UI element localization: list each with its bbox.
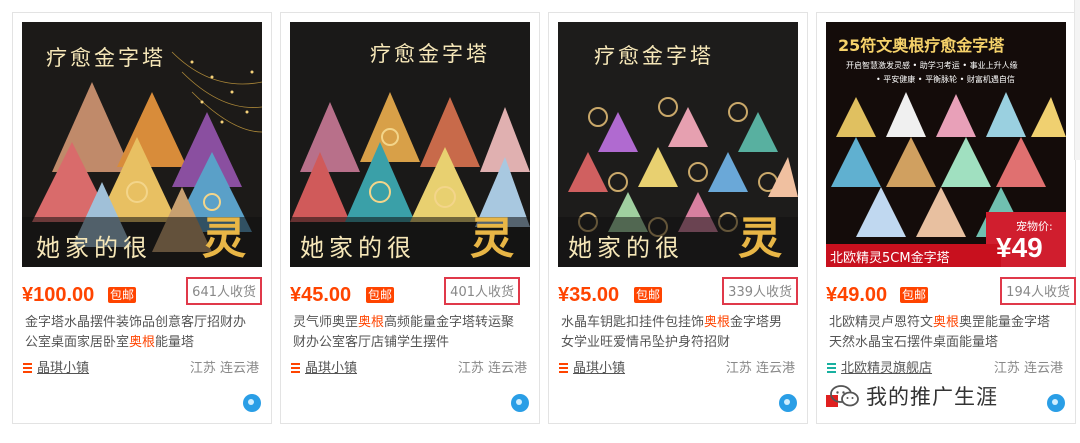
list-icon [291,363,300,373]
list-icon-teal [827,363,836,373]
watermark: 我的推广生涯 [830,380,998,412]
sales-count: 194人收货 [1000,277,1076,305]
shop-link[interactable]: 晶琪小镇 [37,359,89,379]
image-top-caption: 疗愈金字塔 [370,42,490,66]
wangwang-chat-icon[interactable] [779,394,797,412]
location: 江苏 连云港 [993,361,1063,376]
free-shipping-badge: 包邮 [900,287,929,303]
shop-row: 北欧精灵旗舰店 江苏 连云港 [827,359,1067,379]
image-top-caption: 疗愈金字塔 [46,46,166,70]
price: ¥100.00 [22,284,95,306]
free-shipping-badge: 包邮 [634,287,663,303]
price-row: ¥35.00 包邮 339人收货 [558,277,802,307]
page-edge [1074,0,1080,160]
product-image[interactable]: 疗愈金字塔 她家的很 灵 [290,22,530,267]
price-row: ¥49.00 包邮 194人收货 [826,277,1076,307]
list-icon [23,363,32,373]
shop-link[interactable]: 晶琪小镇 [573,359,625,379]
sales-count: 401人收货 [444,277,520,305]
price-row: ¥100.00 包邮 641人收货 [22,277,266,307]
image-bottom-caption: 她家的很 [568,234,684,262]
wangwang-chat-icon[interactable] [511,394,529,412]
product-card[interactable]: 疗愈金字塔 她家的很 灵 ¥100.00 包邮 641人收货 金字塔水晶摆件装饰… [12,12,272,424]
image-feature-line-2: • 平安健康 • 平衡脉轮 • 财富机遇自信 [876,75,1015,84]
product-image[interactable]: 25符文奥根疗愈金字塔 开启智慧激发灵感 • 助学习考运 • 事业上升人缘 • … [826,22,1066,267]
product-title[interactable]: 灵气师奥罡奥根高频能量金字塔转运聚财办公室客厅店铺学生摆件 [293,313,525,353]
price-row: ¥45.00 包邮 401人收货 [290,277,534,307]
location: 江苏 连云港 [457,361,527,376]
product-title[interactable]: 金字塔水晶摆件装饰品创意客厅招财办公室桌面家居卧室奥根能量塔 [25,313,257,353]
image-feature-line-1: 开启智慧激发灵感 • 助学习考运 • 事业上升人缘 [846,61,1018,70]
price: ¥35.00 [558,284,620,306]
location: 江苏 连云港 [725,361,795,376]
list-icon [559,363,568,373]
wangwang-chat-icon[interactable] [243,394,261,412]
wechat-logo-icon [830,385,860,407]
image-bottom-caption: 她家的很 [300,234,416,262]
shop-row: 晶琪小镇 江苏 连云港 [559,359,799,379]
product-card[interactable]: 疗愈金字塔 她家的很 灵 ¥45.00 包邮 401人收货 灵气师奥罡奥根高频能… [280,12,540,424]
product-image[interactable]: 疗愈金字塔 她家的很 灵 [22,22,262,267]
price: ¥49.00 [826,284,888,306]
free-shipping-badge: 包邮 [108,287,137,303]
image-top-caption: 25符文奥根疗愈金字塔 [838,36,1005,55]
shop-link[interactable]: 北欧精灵旗舰店 [841,359,932,379]
product-card[interactable]: 疗愈金字塔 她家的很 灵 ¥35.00 包邮 339人收货 水晶车钥匙扣挂件包挂… [548,12,808,424]
free-shipping-badge: 包邮 [366,287,395,303]
shop-link[interactable]: 晶琪小镇 [305,359,357,379]
price: ¥45.00 [290,284,352,306]
image-top-caption: 疗愈金字塔 [594,44,714,68]
image-bottom-big: 灵 [738,213,782,264]
watermark-text: 我的推广生涯 [866,385,998,409]
promo-price: ¥49 [996,232,1043,263]
product-title[interactable]: 水晶车钥匙扣挂件包挂饰奥根金字塔男女学业旺爱情吊坠护身符招财 [561,313,793,353]
wangwang-chat-icon[interactable] [1047,394,1065,412]
product-image[interactable]: 疗愈金字塔 她家的很 灵 [558,22,798,267]
shop-row: 晶琪小镇 江苏 连云港 [291,359,531,379]
sales-count: 339人收货 [722,277,798,305]
image-bottom-caption: 她家的很 [36,234,152,262]
product-title[interactable]: 北欧精灵卢恩符文奥根奥罡能量金字塔天然水晶宝石摆件桌面能量塔 [829,313,1061,353]
image-bottom-big: 灵 [202,213,246,264]
image-bottom-banner: 北欧精灵5CM金字塔 [830,251,950,266]
product-card[interactable]: 25符文奥根疗愈金字塔 开启智慧激发灵感 • 助学习考运 • 事业上升人缘 • … [816,12,1076,424]
shop-row: 晶琪小镇 江苏 连云港 [23,359,263,379]
image-bottom-big: 灵 [470,213,514,264]
sales-count: 641人收货 [186,277,262,305]
location: 江苏 连云港 [189,361,259,376]
